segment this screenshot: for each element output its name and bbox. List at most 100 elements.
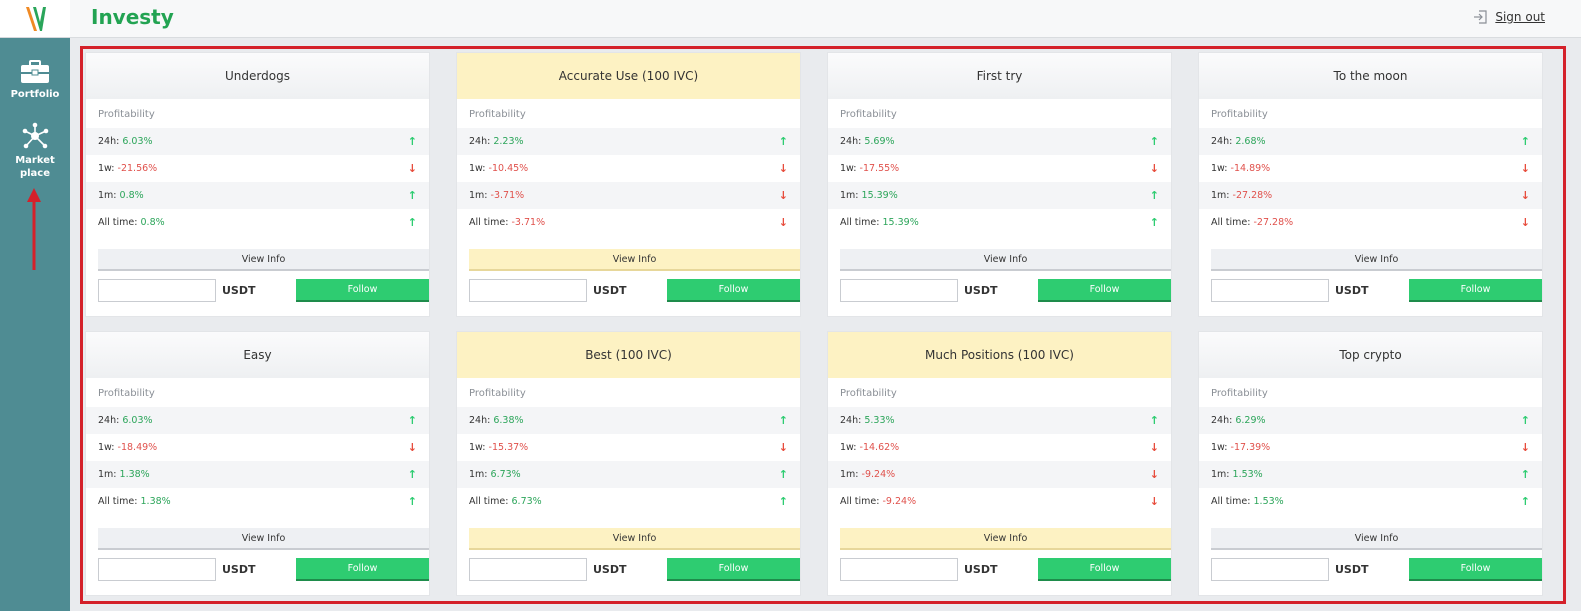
profit-value: -17.39% xyxy=(1230,442,1271,453)
profit-row: All time: 1.38% ↑ xyxy=(86,488,429,515)
profit-value: -3.71% xyxy=(490,190,525,201)
profit-entry: 1m: -3.71% xyxy=(469,190,524,201)
view-info-button[interactable]: View Info xyxy=(1211,249,1542,271)
profit-row: 24h: 2.23% ↑ xyxy=(457,128,800,155)
amount-input[interactable] xyxy=(469,279,587,302)
follow-button[interactable]: Follow xyxy=(1409,279,1542,302)
profit-entry: 1w: -15.37% xyxy=(469,442,528,453)
period-label: 24h: xyxy=(469,415,491,426)
card-title: Much Positions (100 IVC) xyxy=(828,332,1171,378)
unit-label: USDT xyxy=(222,563,256,576)
follow-button[interactable]: Follow xyxy=(667,279,800,302)
amount-input[interactable] xyxy=(98,558,216,581)
sign-out-icon xyxy=(1474,10,1487,24)
amount-input[interactable] xyxy=(840,558,958,581)
profitability-label: Profitability xyxy=(469,388,526,399)
profitability-label: Profitability xyxy=(1211,109,1268,120)
profitability-label: Profitability xyxy=(840,388,897,399)
view-info-button[interactable]: View Info xyxy=(840,528,1171,550)
view-info-button[interactable]: View Info xyxy=(840,249,1171,271)
network-icon xyxy=(22,122,49,149)
arrow-up-icon: ↑ xyxy=(407,414,417,427)
profit-value: 1.53% xyxy=(1253,496,1284,507)
profit-value: -10.45% xyxy=(488,163,529,174)
profit-entry: All time: -9.24% xyxy=(840,496,916,507)
profit-entry: 24h: 2.23% xyxy=(469,136,524,147)
profitability-label: Profitability xyxy=(840,109,897,120)
profit-value: 6.03% xyxy=(122,136,153,147)
period-label: 1m: xyxy=(840,469,859,480)
brand-title[interactable]: Investy xyxy=(91,5,174,29)
strategy-card: Underdogs Profitability 24h: 6.03% ↑ 1w:… xyxy=(85,52,430,317)
amount-input[interactable] xyxy=(1211,558,1329,581)
card-title: Easy xyxy=(86,332,429,378)
profit-row: 1w: -15.37% ↓ xyxy=(457,434,800,461)
view-info-button[interactable]: View Info xyxy=(469,528,800,550)
profit-row: 1w: -14.62% ↓ xyxy=(828,434,1171,461)
profit-value: -14.62% xyxy=(859,442,900,453)
follow-button[interactable]: Follow xyxy=(296,558,429,581)
sidebar-item-marketplace[interactable]: Market place xyxy=(0,122,70,180)
arrow-down-icon: ↓ xyxy=(778,189,788,202)
arrow-up-icon: ↑ xyxy=(407,189,417,202)
strategy-card: To the moon Profitability 24h: 2.68% ↑ 1… xyxy=(1198,52,1543,317)
arrow-down-icon: ↓ xyxy=(1149,495,1159,508)
period-label: 1w: xyxy=(840,442,857,453)
arrow-down-icon: ↓ xyxy=(407,441,417,454)
period-label: All time: xyxy=(469,496,509,507)
profit-entry: 24h: 2.68% xyxy=(1211,136,1266,147)
profit-row: All time: -27.28% ↓ xyxy=(1199,209,1542,236)
sidebar-item-label: Market place xyxy=(15,155,55,179)
view-info-button[interactable]: View Info xyxy=(98,249,429,271)
profit-value: -9.24% xyxy=(882,496,917,507)
card-title: Underdogs xyxy=(86,53,429,99)
sign-out-link[interactable]: Sign out xyxy=(1473,10,1545,24)
arrow-down-icon: ↓ xyxy=(1149,441,1159,454)
profit-entry: 24h: 6.03% xyxy=(98,415,153,426)
follow-button[interactable]: Follow xyxy=(296,279,429,302)
period-label: All time: xyxy=(1211,217,1251,228)
profit-value: 2.23% xyxy=(493,136,524,147)
profit-value: 5.33% xyxy=(864,415,895,426)
follow-button[interactable]: Follow xyxy=(1409,558,1542,581)
profit-row: 24h: 5.33% ↑ xyxy=(828,407,1171,434)
period-label: All time: xyxy=(1211,496,1251,507)
profit-entry: 24h: 5.33% xyxy=(840,415,895,426)
arrow-down-icon: ↓ xyxy=(1520,216,1530,229)
profit-row: 1w: -21.56% ↓ xyxy=(86,155,429,182)
amount-input[interactable] xyxy=(98,279,216,302)
arrow-up-icon: ↑ xyxy=(1149,414,1159,427)
period-label: 1w: xyxy=(1211,163,1228,174)
period-label: 24h: xyxy=(1211,136,1233,147)
sidebar-item-portfolio[interactable]: Portfolio xyxy=(0,60,70,101)
arrow-up-icon: ↑ xyxy=(1520,414,1530,427)
follow-button[interactable]: Follow xyxy=(1038,279,1171,302)
view-info-button[interactable]: View Info xyxy=(469,249,800,271)
logo[interactable] xyxy=(0,0,70,38)
profit-value: 0.8% xyxy=(119,190,144,201)
profit-row: 24h: 2.68% ↑ xyxy=(1199,128,1542,155)
sidebar: Portfolio Market place xyxy=(0,0,70,611)
amount-input[interactable] xyxy=(840,279,958,302)
amount-input[interactable] xyxy=(469,558,587,581)
amount-input[interactable] xyxy=(1211,279,1329,302)
period-label: All time: xyxy=(98,496,138,507)
arrow-up-icon: ↑ xyxy=(1149,216,1159,229)
period-label: 1w: xyxy=(469,442,486,453)
profit-row: 24h: 6.03% ↑ xyxy=(86,128,429,155)
view-info-button[interactable]: View Info xyxy=(98,528,429,550)
profit-entry: 1m: 15.39% xyxy=(840,190,898,201)
profit-entry: All time: 0.8% xyxy=(98,217,165,228)
profit-entry: 1m: 1.38% xyxy=(98,469,150,480)
profit-row: 1w: -10.45% ↓ xyxy=(457,155,800,182)
profit-value: -27.28% xyxy=(1253,217,1294,228)
arrow-up-icon: ↑ xyxy=(778,414,788,427)
profit-row: 1m: 6.73% ↑ xyxy=(457,461,800,488)
follow-button[interactable]: Follow xyxy=(667,558,800,581)
profit-value: 1.38% xyxy=(119,469,150,480)
profit-value: 6.03% xyxy=(122,415,153,426)
profit-entry: All time: 1.53% xyxy=(1211,496,1284,507)
follow-button[interactable]: Follow xyxy=(1038,558,1171,581)
profit-row: 1w: -17.55% ↓ xyxy=(828,155,1171,182)
view-info-button[interactable]: View Info xyxy=(1211,528,1542,550)
